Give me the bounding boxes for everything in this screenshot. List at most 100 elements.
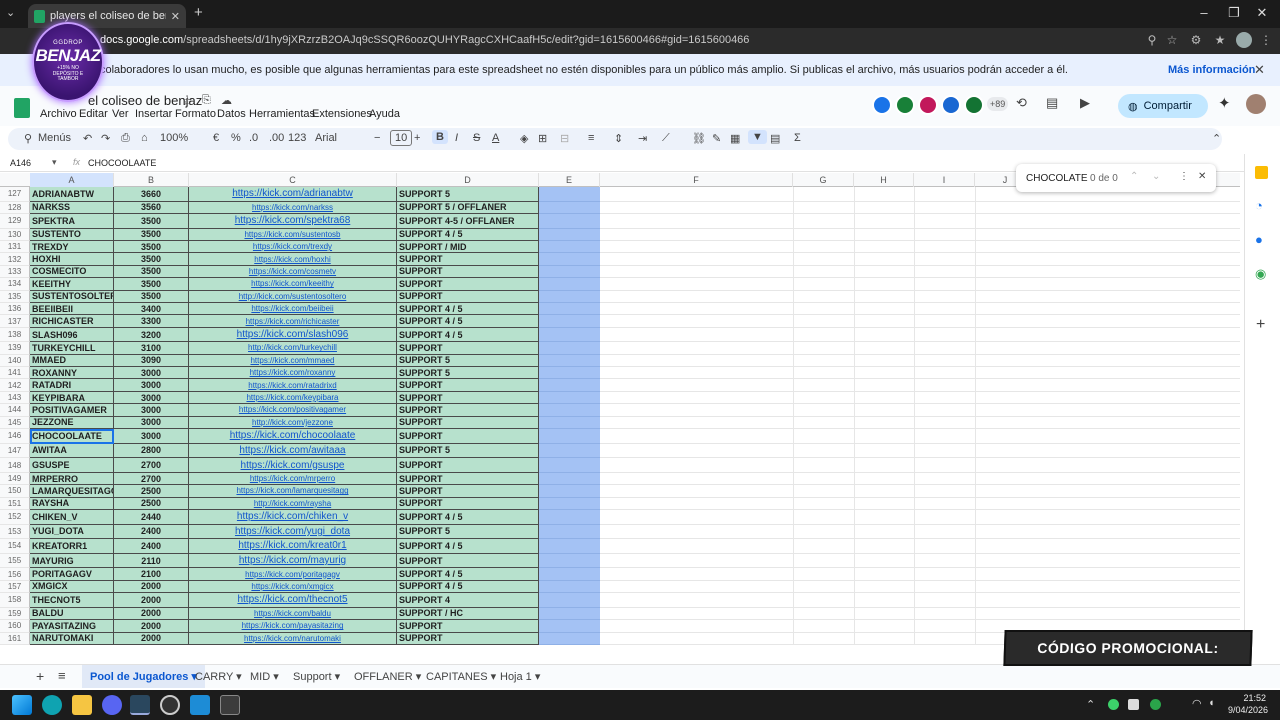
cell-e[interactable]	[539, 404, 600, 417]
insert-chart-icon[interactable]: ▦	[730, 132, 740, 145]
row-header[interactable]: 139	[0, 342, 30, 355]
cell-empty[interactable]	[600, 485, 1240, 498]
cell-e[interactable]	[539, 524, 600, 540]
gemini-icon[interactable]: ✦	[1218, 94, 1231, 112]
column-header-a[interactable]: A	[30, 173, 114, 187]
find-prev-icon[interactable]: ⌃	[1130, 171, 1138, 182]
cell-empty[interactable]	[600, 354, 1240, 368]
cell-player-name[interactable]: XMGICX	[30, 580, 114, 594]
table-row[interactable]: 131 TREXDY 3500 https://kick.com/trexdy SUPP…	[0, 240, 1240, 254]
cell-e[interactable]	[539, 367, 600, 380]
clock-date[interactable]: 9/04/2026	[1226, 705, 1268, 715]
url-field[interactable]: docs.google.com/spreadsheets/d/1hy9jXRzr…	[100, 34, 749, 46]
cell-role[interactable]: SUPPORT 5 / OFFLANER	[397, 201, 539, 214]
cell-role[interactable]: SUPPORT	[397, 379, 539, 392]
cell-role[interactable]: SUPPORT 5	[397, 443, 539, 459]
insert-comment-icon[interactable]: ✎	[712, 132, 721, 145]
align-vertical-icon[interactable]: ⇕	[614, 132, 623, 145]
row-header[interactable]: 137	[0, 315, 30, 328]
table-row[interactable]: 138 SLASH096 3200 https://kick.com/slash096…	[0, 327, 1240, 343]
cell-empty[interactable]	[600, 278, 1240, 291]
cell-player-name[interactable]: NARUTOMAKI	[30, 632, 114, 645]
cell-role[interactable]: SUPPORT	[397, 391, 539, 405]
row-header[interactable]: 147	[0, 443, 30, 459]
paint-format-icon[interactable]: ⌂	[141, 132, 148, 144]
cell-role[interactable]: SUPPORT 4 / 5	[397, 539, 539, 554]
tray-app-icon[interactable]	[1128, 699, 1139, 710]
share-button[interactable]: ◍ Compartir	[1118, 94, 1208, 118]
table-row[interactable]: 139 TURKEYCHILL 3100 http://kick.com/turkey…	[0, 342, 1240, 355]
row-header[interactable]: 156	[0, 568, 30, 581]
history-icon[interactable]: ⟲	[1016, 95, 1027, 111]
cell-role[interactable]: SUPPORT	[397, 485, 539, 498]
cell-e[interactable]	[539, 607, 600, 621]
cell-mmr[interactable]: 3660	[114, 187, 189, 202]
cell-empty[interactable]	[600, 458, 1240, 473]
new-tab-icon[interactable]: +	[194, 4, 203, 21]
cell-empty[interactable]	[600, 315, 1240, 328]
functions-icon[interactable]: Σ	[794, 132, 801, 144]
cell-kick-link[interactable]: https://kick.com/chocoolaate	[189, 429, 397, 444]
cell-e[interactable]	[539, 443, 600, 459]
sheet-tab-offlaner[interactable]: OFFLANER ▾	[354, 670, 421, 683]
cell-empty[interactable]	[600, 327, 1240, 343]
add-sheet-icon[interactable]: +	[36, 668, 44, 684]
table-row[interactable]: 141 ROXANNY 3000 https://kick.com/roxanny SU…	[0, 367, 1240, 380]
table-row[interactable]: 129 SPEKTRA 3500 https://kick.com/spektra68…	[0, 213, 1240, 229]
bookmarks-icon[interactable]: ★	[1212, 33, 1228, 47]
cell-e[interactable]	[539, 553, 600, 569]
cell-mmr[interactable]: 3090	[114, 354, 189, 368]
cell-e[interactable]	[539, 509, 600, 525]
cell-e[interactable]	[539, 391, 600, 405]
cell-e[interactable]	[539, 302, 600, 316]
cell-e[interactable]	[539, 580, 600, 594]
row-header[interactable]: 157	[0, 580, 30, 594]
table-row[interactable]: 158 THECNOT5 2000 https://kick.com/thecnot5…	[0, 593, 1240, 608]
row-header[interactable]: 142	[0, 379, 30, 392]
row-header[interactable]: 158	[0, 593, 30, 608]
row-header[interactable]: 152	[0, 509, 30, 525]
sheets-logo-icon[interactable]	[14, 98, 30, 118]
maximize-icon[interactable]: ❐	[1224, 5, 1244, 21]
row-header[interactable]: 134	[0, 278, 30, 291]
cell-kick-link[interactable]: https://kick.com/trexdy	[189, 240, 397, 254]
cell-kick-link[interactable]: http://kick.com/sustentosoltero	[189, 290, 397, 303]
cell-e[interactable]	[539, 429, 600, 444]
calculator-icon[interactable]	[220, 695, 240, 715]
row-header[interactable]: 145	[0, 416, 30, 430]
font-size-input[interactable]: 10	[390, 130, 413, 146]
cell-e[interactable]	[539, 620, 600, 633]
cell-role[interactable]: SUPPORT 4 / 5	[397, 327, 539, 343]
table-row[interactable]: 140 MMAED 3090 https://kick.com/mmaed SUPPOR…	[0, 354, 1240, 368]
cell-role[interactable]: SUPPORT 4	[397, 593, 539, 608]
bookmark-star-icon[interactable]: ☆	[1164, 33, 1180, 47]
cell-empty[interactable]	[600, 379, 1240, 392]
cell-kick-link[interactable]: https://kick.com/narkss	[189, 201, 397, 214]
collaborator-avatar[interactable]	[918, 95, 938, 115]
cell-mmr[interactable]: 2000	[114, 620, 189, 633]
font-select[interactable]: Arial	[315, 132, 337, 144]
cell-kick-link[interactable]: https://kick.com/baldu	[189, 607, 397, 621]
menu-formato[interactable]: Formato	[175, 108, 216, 120]
cell-e[interactable]	[539, 315, 600, 328]
cell-kick-link[interactable]: http://kick.com/jezzone	[189, 416, 397, 430]
cell-role[interactable]: SUPPORT 5	[397, 367, 539, 380]
cell-player-name[interactable]: CHIKEN_V	[30, 509, 114, 525]
cell-kick-link[interactable]: https://kick.com/payasitazing	[189, 620, 397, 633]
cell-role[interactable]: SUPPORT	[397, 290, 539, 303]
filter-views-icon[interactable]: ▤	[770, 132, 780, 145]
collaborator-avatar[interactable]	[872, 95, 892, 115]
name-box[interactable]: A146	[10, 158, 31, 168]
cell-e[interactable]	[539, 539, 600, 554]
row-header[interactable]: 160	[0, 620, 30, 633]
volume-icon[interactable]: ◖	[1208, 697, 1215, 709]
cell-mmr[interactable]: 3000	[114, 429, 189, 444]
cell-empty[interactable]	[600, 553, 1240, 569]
window-close-icon[interactable]: ✕	[1252, 5, 1272, 21]
cell-mmr[interactable]: 3200	[114, 327, 189, 343]
table-row[interactable]: 154 KREATORR1 2400 https://kick.com/kreat0r…	[0, 539, 1240, 554]
tray-chevron-icon[interactable]: ⌃	[1086, 698, 1095, 711]
row-header[interactable]: 149	[0, 472, 30, 486]
cell-role[interactable]: SUPPORT 4 / 5	[397, 228, 539, 241]
extensions-icon[interactable]: ⚙	[1188, 33, 1204, 47]
